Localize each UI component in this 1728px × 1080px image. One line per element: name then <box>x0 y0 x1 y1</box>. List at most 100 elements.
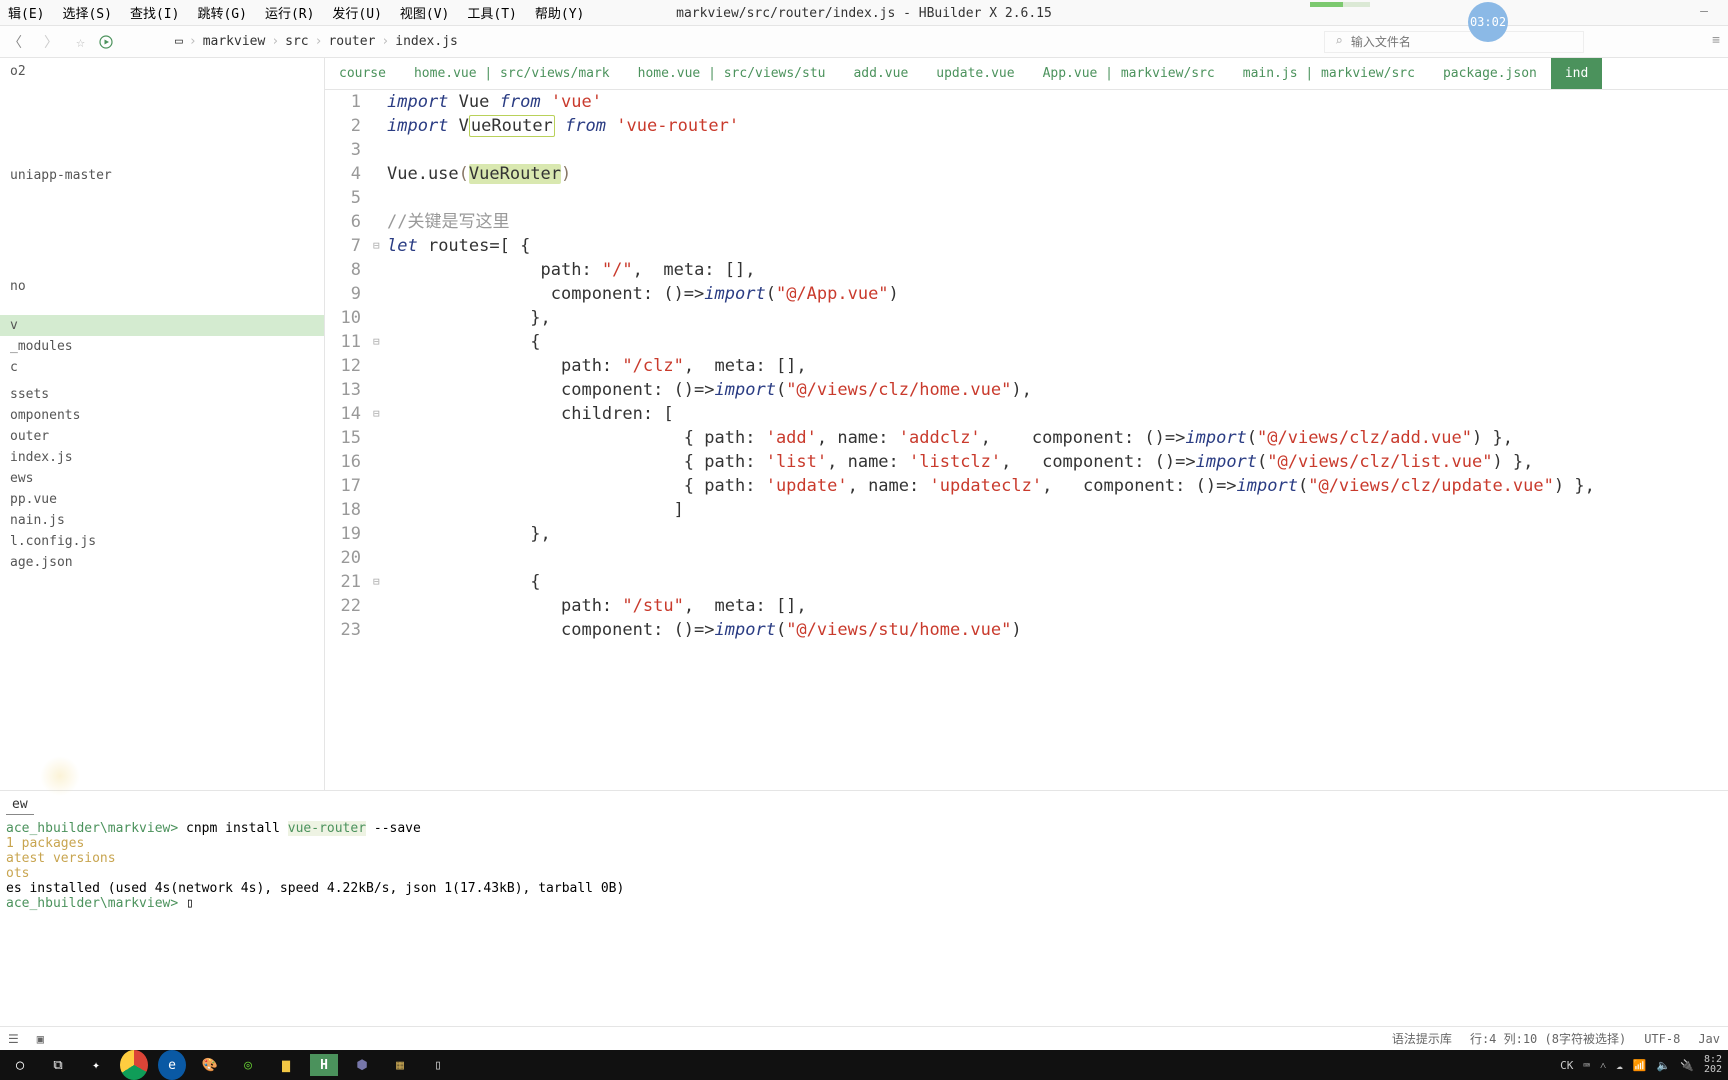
sidebar-item-modules[interactable]: _modules <box>0 336 324 357</box>
terminal-cmd: cnpm install <box>178 821 288 836</box>
crumb-project[interactable]: markview <box>203 34 266 49</box>
sidebar-item-c[interactable]: c <box>0 357 324 378</box>
edge-icon[interactable]: e <box>158 1054 186 1076</box>
clock-overlay: 03:02 <box>1468 2 1508 42</box>
menu-view[interactable]: 视图(V) <box>400 3 449 22</box>
system-tray[interactable]: CK ⌨ ˄ ☁ 📶 🔈 🔌 8:2 202 <box>1560 1055 1722 1075</box>
sidebar-item-config[interactable]: l.config.js <box>0 531 324 552</box>
sidebar-item-mainjs[interactable]: nain.js <box>0 510 324 531</box>
crumb-src[interactable]: src <box>285 34 308 49</box>
tray-keyboard-icon[interactable]: ⌨ <box>1583 1059 1590 1072</box>
breadcrumb: ▭ › markview › src › router › index.js <box>175 34 458 49</box>
menu-select[interactable]: 选择(S) <box>62 3 111 22</box>
menu-goto[interactable]: 跳转(G) <box>197 3 246 22</box>
tray-time[interactable]: 8:2 202 <box>1704 1055 1722 1075</box>
sidebar-item-indexjs[interactable]: index.js <box>0 447 324 468</box>
terminal-line4: ots <box>6 866 1722 881</box>
tab-home-stu[interactable]: home.vue | src/views/stu <box>624 58 840 89</box>
tray-volume-icon[interactable]: 🔈 <box>1657 1059 1671 1072</box>
copilot-icon[interactable]: ✦ <box>82 1054 110 1076</box>
sidebar-item-components[interactable]: omponents <box>0 405 324 426</box>
filter-icon[interactable]: ≡ <box>1712 33 1720 48</box>
status-rowcol: 行:4 列:10 (8字符被选择) <box>1470 1030 1626 1047</box>
terminal-pkg: vue-router <box>288 821 366 836</box>
line-gutter: 1234567891011121314151617181920212223 <box>325 90 373 790</box>
terminal-cursor[interactable]: ▯ <box>186 896 194 911</box>
tab-updatevue[interactable]: update.vue <box>922 58 1028 89</box>
status-language[interactable]: Jav <box>1698 1032 1720 1046</box>
terminal-line3: atest versions <box>6 851 1722 866</box>
tab-course[interactable]: course <box>325 58 400 89</box>
sidebar-item-assets[interactable]: ssets <box>0 384 324 405</box>
sidebar-item-uniapp[interactable]: uniapp-master <box>0 165 324 186</box>
menu-tools[interactable]: 工具(T) <box>467 3 516 22</box>
minimize-icon[interactable]: — <box>1700 4 1708 19</box>
explorer-icon[interactable]: ▆ <box>272 1054 300 1076</box>
sidebar-item-views[interactable]: ews <box>0 468 324 489</box>
menu-publish[interactable]: 发行(U) <box>332 3 381 22</box>
tab-appvue[interactable]: App.vue | markview/src <box>1029 58 1229 89</box>
tab-home-mark[interactable]: home.vue | src/views/mark <box>400 58 624 89</box>
search-icon: ⌕ <box>1335 34 1343 49</box>
window-title: markview/src/router/index.js - HBuilder … <box>676 0 1052 26</box>
menu-edit[interactable]: 辑(E) <box>8 3 44 22</box>
app-hex-icon[interactable]: ⬢ <box>348 1054 376 1076</box>
notepad-icon[interactable]: ▯ <box>424 1054 452 1076</box>
code-content[interactable]: import Vue from 'vue'import VueRouter fr… <box>387 90 1728 790</box>
search-input[interactable] <box>1351 35 1573 49</box>
star-icon[interactable]: ☆ <box>76 33 85 51</box>
sidebar-project[interactable]: o2 <box>0 58 324 85</box>
terminal-line2: 1 packages <box>6 836 1722 851</box>
crumb-file[interactable]: index.js <box>395 34 458 49</box>
menu-help[interactable]: 帮助(Y) <box>535 3 584 22</box>
sidebar-item-pkgjson[interactable]: age.json <box>0 552 324 573</box>
status-bar: ☰ ▣ 语法提示库 行:4 列:10 (8字符被选择) UTF-8 Jav <box>0 1026 1728 1050</box>
menu-find[interactable]: 查找(I) <box>130 3 179 22</box>
status-icon-terminal[interactable]: ▣ <box>37 1032 44 1046</box>
sidebar-item-no[interactable]: no <box>0 276 324 297</box>
fold-column[interactable]: ⊟⊟⊟⊟ <box>373 90 387 790</box>
tray-power-icon[interactable]: 🔌 <box>1680 1059 1694 1072</box>
terminal-tab[interactable]: ew <box>6 795 34 815</box>
tab-addvue[interactable]: add.vue <box>839 58 922 89</box>
sidebar-item-appvue[interactable]: pp.vue <box>0 489 324 510</box>
status-syntax[interactable]: 语法提示库 <box>1392 1030 1452 1047</box>
menu-run[interactable]: 运行(R) <box>265 3 314 22</box>
sidebar: o2 uniapp-master no v _modules c ssets o… <box>0 58 325 790</box>
app-misc-icon[interactable]: ▦ <box>386 1054 414 1076</box>
tab-strip: course home.vue | src/views/mark home.vu… <box>325 58 1728 90</box>
taskbar: ◯ ⧉ ✦ e 🎨 ◎ ▆ H ⬢ ▦ ▯ CK ⌨ ˄ ☁ 📶 🔈 🔌 8:2… <box>0 1050 1728 1080</box>
tray-wifi-icon[interactable]: 📶 <box>1633 1059 1647 1072</box>
terminal-output[interactable]: ace_hbuilder\markview> cnpm install vue-… <box>6 821 1722 911</box>
run-icon[interactable] <box>99 35 113 49</box>
status-icon-tree[interactable]: ☰ <box>8 1032 19 1046</box>
status-encoding[interactable]: UTF-8 <box>1644 1032 1680 1046</box>
terminal-prompt: ace_hbuilder\markview> <box>6 821 178 836</box>
nav-back-icon[interactable]: 〈 <box>4 32 26 52</box>
file-search[interactable]: ⌕ <box>1324 31 1584 53</box>
crumb-router[interactable]: router <box>328 34 375 49</box>
sidebar-item-v[interactable]: v <box>0 315 324 336</box>
terminal-prompt2: ace_hbuilder\markview> <box>6 896 178 911</box>
mouse-highlight <box>40 756 80 796</box>
progress-overlay <box>1310 2 1370 7</box>
browser360-icon[interactable]: ◎ <box>234 1054 262 1076</box>
folder-icon: ▭ <box>175 34 183 49</box>
terminal-line5: es installed (used 4s(network 4s), speed… <box>6 881 1722 896</box>
hbuilder-icon[interactable]: H <box>310 1054 338 1076</box>
start-icon[interactable]: ◯ <box>6 1054 34 1076</box>
tab-indexjs[interactable]: ind <box>1551 58 1602 89</box>
toolbar: 〈 〉 ☆ ▭ › markview › src › router › inde… <box>0 26 1728 58</box>
tab-mainjs[interactable]: main.js | markview/src <box>1229 58 1429 89</box>
tray-up-icon[interactable]: ˄ <box>1600 1059 1606 1072</box>
tray-cloud-icon[interactable]: ☁ <box>1616 1059 1623 1072</box>
taskview-icon[interactable]: ⧉ <box>44 1054 72 1076</box>
tab-packagejson[interactable]: package.json <box>1429 58 1551 89</box>
chrome-icon[interactable] <box>120 1054 148 1076</box>
code-editor[interactable]: 1234567891011121314151617181920212223 ⊟⊟… <box>325 90 1728 790</box>
terminal-panel: ew ace_hbuilder\markview> cnpm install v… <box>0 790 1728 1050</box>
paint-icon[interactable]: 🎨 <box>196 1054 224 1076</box>
nav-forward-icon[interactable]: 〉 <box>40 32 62 52</box>
ime-indicator[interactable]: CK <box>1560 1059 1573 1072</box>
sidebar-item-router[interactable]: outer <box>0 426 324 447</box>
